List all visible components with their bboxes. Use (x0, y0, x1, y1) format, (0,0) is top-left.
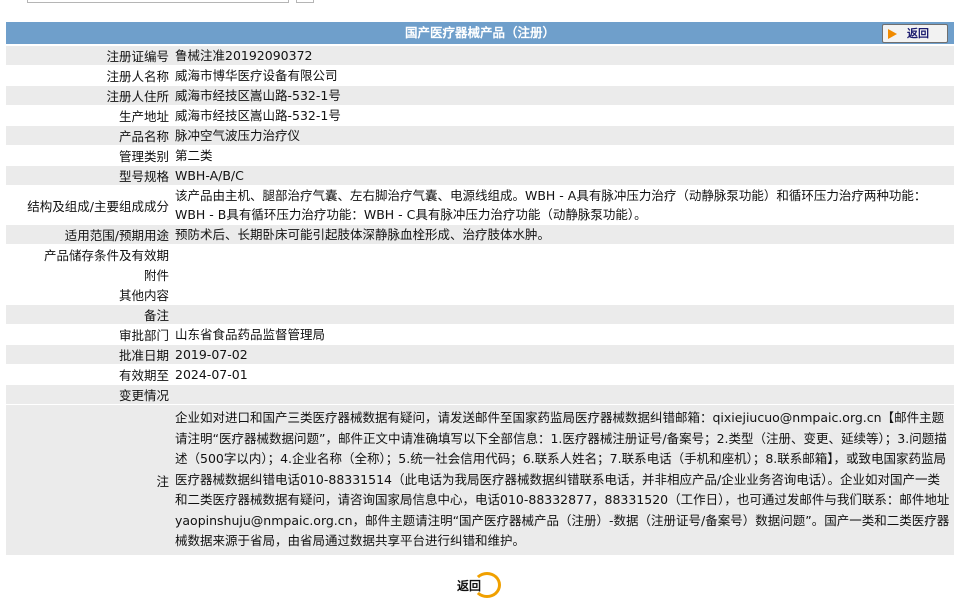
field-value (172, 285, 954, 304)
page-title: 国产医疗器械产品（注册） (404, 25, 555, 40)
field-label: 附件 (6, 265, 172, 284)
product-info-table: 注册证编号 鲁械注准20192090372 注册人名称 威海市博华医疗设备有限公… (6, 45, 954, 556)
field-value: 山东省食品药品监督管理局 (172, 325, 954, 344)
field-value: 脉冲空气波压力治疗仪 (172, 126, 954, 145)
page-header: 国产医疗器械产品（注册） 返回 (6, 22, 954, 44)
field-label: 审批部门 (6, 325, 172, 344)
row-structure-composition: 结构及组成/主要组成成分 该产品由主机、腿部治疗气囊、左右脚治疗气囊、电源线组成… (6, 186, 954, 224)
field-label: 产品储存条件及有效期 (6, 245, 172, 264)
field-label: 批准日期 (6, 345, 172, 364)
row-storage-conditions: 产品储存条件及有效期 (6, 245, 954, 264)
field-value: 鲁械注准20192090372 (172, 46, 954, 65)
field-value: 2024-07-01 (172, 365, 954, 384)
field-label: 产品名称 (6, 126, 172, 145)
row-registrant-name: 注册人名称 威海市博华医疗设备有限公司 (6, 66, 954, 85)
arrow-right-icon (888, 29, 897, 39)
row-note: 注 企业如对进口和国产三类医疗器械数据有疑问，请发送邮件至国家药监局医疗器械数据… (6, 405, 954, 555)
field-label: 结构及组成/主要组成成分 (6, 186, 172, 224)
field-label: 备注 (6, 305, 172, 324)
row-product-name: 产品名称 脉冲空气波压力治疗仪 (6, 126, 954, 145)
field-label: 适用范围/预期用途 (6, 225, 172, 244)
row-change-status: 变更情况 (6, 385, 954, 404)
row-remarks: 备注 (6, 305, 954, 324)
row-model-spec: 型号规格 WBH-A/B/C (6, 166, 954, 185)
field-label: 注册人名称 (6, 66, 172, 85)
field-label: 注册证编号 (6, 46, 172, 65)
field-label: 注册人住所 (6, 86, 172, 105)
row-registration-number: 注册证编号 鲁械注准20192090372 (6, 46, 954, 65)
search-input[interactable] (27, 0, 289, 3)
back-button-label: 返回 (907, 27, 929, 40)
field-value (172, 305, 954, 324)
field-value (172, 385, 954, 404)
row-approval-department: 审批部门 山东省食品药品监督管理局 (6, 325, 954, 344)
back-button-top[interactable]: 返回 (882, 24, 948, 43)
field-value: 企业如对进口和国产三类医疗器械数据有疑问，请发送邮件至国家药监局医疗器械数据纠错… (172, 405, 954, 555)
field-label: 其他内容 (6, 285, 172, 304)
search-button[interactable] (296, 0, 314, 3)
field-value: WBH-A/B/C (172, 166, 954, 185)
row-valid-until: 有效期至 2024-07-01 (6, 365, 954, 384)
row-intended-use: 适用范围/预期用途 预防术后、长期卧床可能引起肢体深静脉血栓形成、治疗肢体水肿。 (6, 225, 954, 244)
row-management-category: 管理类别 第二类 (6, 146, 954, 165)
row-registrant-address: 注册人住所 威海市经技区嵩山路-532-1号 (6, 86, 954, 105)
field-label: 型号规格 (6, 166, 172, 185)
field-label: 注 (6, 405, 172, 555)
field-value: 第二类 (172, 146, 954, 165)
back-button-bottom[interactable]: 返回 (453, 572, 505, 598)
field-value: 威海市经技区嵩山路-532-1号 (172, 86, 954, 105)
field-value: 该产品由主机、腿部治疗气囊、左右脚治疗气囊、电源线组成。WBH - A具有脉冲压… (172, 186, 954, 224)
row-attachments: 附件 (6, 265, 954, 284)
field-value: 预防术后、长期卧床可能引起肢体深静脉血栓形成、治疗肢体水肿。 (172, 225, 954, 244)
top-toolbar (0, 0, 974, 22)
row-other-content: 其他内容 (6, 285, 954, 304)
field-label: 管理类别 (6, 146, 172, 165)
field-value (172, 265, 954, 284)
back-button-label: 返回 (457, 579, 482, 593)
field-label: 有效期至 (6, 365, 172, 384)
field-value: 2019-07-02 (172, 345, 954, 364)
field-label: 生产地址 (6, 106, 172, 125)
row-production-address: 生产地址 威海市经技区嵩山路-532-1号 (6, 106, 954, 125)
field-value (172, 245, 954, 264)
field-label: 变更情况 (6, 385, 172, 404)
row-approval-date: 批准日期 2019-07-02 (6, 345, 954, 364)
field-value: 威海市博华医疗设备有限公司 (172, 66, 954, 85)
field-value: 威海市经技区嵩山路-532-1号 (172, 106, 954, 125)
